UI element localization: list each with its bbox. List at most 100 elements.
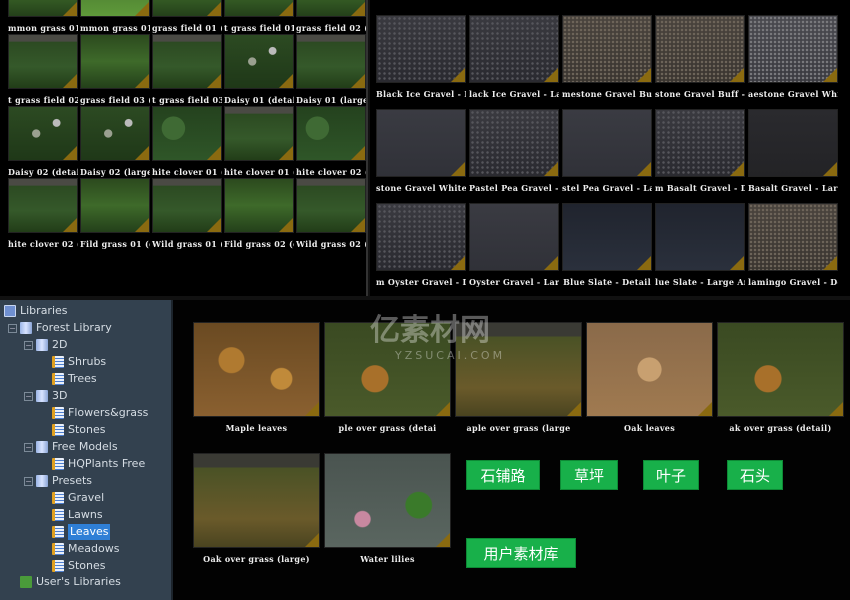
grass-tile[interactable]: t grass field 03 (larg <box>152 34 222 105</box>
tree-item-2d[interactable]: −2D <box>24 337 67 353</box>
stone-button[interactable]: 石头 <box>727 460 783 490</box>
grass-label: grass field 03 (deta <box>80 95 150 105</box>
grass-tile[interactable]: Wild grass 01 (large) <box>152 178 222 249</box>
tree-item-lawns[interactable]: Lawns <box>52 507 103 523</box>
corner-badge-icon <box>135 146 149 160</box>
corner-badge-icon <box>305 533 319 547</box>
tree-item-libraries[interactable]: Libraries <box>4 303 68 319</box>
leaves-tile[interactable]: Oak over grass (large) <box>193 453 320 564</box>
grass-tile[interactable]: Daisy 02 (detail) <box>8 106 78 177</box>
grass-tile[interactable]: grass field 03 (deta <box>80 34 150 105</box>
corner-badge-icon <box>567 402 581 416</box>
tree-item-3d[interactable]: −3D <box>24 388 67 404</box>
corner-badge-icon <box>829 402 843 416</box>
gravel-tile[interactable]: lamingo Gravel - Detai <box>748 203 838 287</box>
collapse-icon[interactable]: − <box>24 442 33 452</box>
gravel-tile[interactable]: stel Pea Gravel - Lar <box>562 109 652 193</box>
grass-thumbnail <box>224 34 294 89</box>
grass-tile[interactable]: Fild grass 01 (detail) <box>80 178 150 249</box>
grass-thumbnail <box>152 106 222 161</box>
grass-preset-grid: mmon grass 01 (detailmmon grass 01 (larg… <box>0 0 368 296</box>
leaves-tile[interactable]: Oak leaves <box>586 322 713 433</box>
tree-item-users-libraries[interactable]: User's Libraries <box>20 574 121 590</box>
gravel-tile[interactable]: m Oyster Gravel - Det <box>376 203 466 287</box>
grass-thumbnail <box>296 34 366 89</box>
leaves-tile[interactable]: ple over grass (detai <box>324 322 451 433</box>
tree-item-stones[interactable]: Stones <box>52 558 106 574</box>
tree-item-forest-library[interactable]: − Forest Library <box>8 320 112 336</box>
grass-tile[interactable]: Daisy 02 (large) <box>80 106 150 177</box>
gravel-tile[interactable]: Pastel Pea Gravel - D <box>469 109 559 193</box>
gravel-tile[interactable]: Basalt Gravel - Large <box>748 109 838 193</box>
collapse-icon[interactable]: − <box>24 391 33 401</box>
corner-badge-icon <box>451 162 465 176</box>
grass-tile[interactable]: t grass field 01 (larg <box>224 0 294 33</box>
gravel-thumbnail <box>562 109 652 177</box>
tree-item-hqplants[interactable]: HQPlants Free <box>52 456 145 472</box>
grass-thumbnail <box>8 106 78 161</box>
stone-path-button[interactable]: 石铺路 <box>466 460 540 490</box>
corner-badge-icon <box>207 74 221 88</box>
grass-tile[interactable]: grass field 01 (deta <box>152 0 222 33</box>
grass-tile[interactable]: Wild grass 02 (large) <box>296 178 366 249</box>
gravel-thumbnail <box>562 203 652 271</box>
tree-item-presets[interactable]: − Presets <box>24 473 92 489</box>
leaves-tile[interactable]: Maple leaves <box>193 322 320 433</box>
user-library-button[interactable]: 用户素材库 <box>466 538 576 568</box>
leaves-button[interactable]: 叶子 <box>643 460 699 490</box>
tree-item-shrubs[interactable]: Shrubs <box>52 354 106 370</box>
grass-tile[interactable]: mmon grass 01 (detail <box>8 0 78 33</box>
gravel-tile[interactable]: lue Slate - Large Are <box>655 203 745 287</box>
corner-badge-icon <box>730 162 744 176</box>
leaves-tile[interactable]: ak over grass (detail) <box>717 322 844 433</box>
grass-tile[interactable]: hite clover 01 (detail <box>152 106 222 177</box>
leaves-tile[interactable]: aple over grass (large <box>455 322 582 433</box>
leaves-thumbnail <box>717 322 844 417</box>
tree-item-free-models[interactable]: − Free Models <box>24 439 118 455</box>
gravel-thumbnail <box>655 109 745 177</box>
tree-item-flowers-grass[interactable]: Flowers&grass <box>52 405 148 421</box>
gravel-tile[interactable]: aestone Gravel White - <box>748 15 838 99</box>
leaves-tile[interactable]: Water lilies <box>324 453 451 564</box>
grass-label: grass field 02 (deta <box>296 23 366 33</box>
grass-tile[interactable]: Daisy 01 (large) <box>296 34 366 105</box>
gravel-tile[interactable]: lack Ice Gravel - Larg <box>469 15 559 99</box>
collapse-icon[interactable]: − <box>24 340 33 350</box>
grass-tile[interactable]: Fild grass 02 (detail) <box>224 178 294 249</box>
gravel-label: Black Ice Gravel - De <box>376 89 466 99</box>
grass-tile[interactable]: mmon grass 01 (large <box>80 0 150 33</box>
tree-item-trees[interactable]: Trees <box>52 371 97 387</box>
grass-tile[interactable]: hite clover 02 (detail <box>296 106 366 177</box>
grass-label: Daisy 02 (detail) <box>8 167 78 177</box>
gravel-tile[interactable]: stone Gravel White - L <box>376 109 466 193</box>
gravel-tile[interactable]: Blue Slate - Detail <box>562 203 652 287</box>
gravel-tile[interactable]: stone Gravel Buff - L <box>655 15 745 99</box>
leaves-thumbnail <box>586 322 713 417</box>
corner-badge-icon <box>544 162 558 176</box>
gravel-tile[interactable]: Oyster Gravel - Large <box>469 203 559 287</box>
gravel-label: Blue Slate - Detail <box>563 277 651 287</box>
grass-tile[interactable]: hite clover 02 (large <box>8 178 78 249</box>
collapse-icon[interactable]: − <box>8 323 17 333</box>
tree-item-meadows[interactable]: Meadows <box>52 541 119 557</box>
lawn-button[interactable]: 草坪 <box>560 460 618 490</box>
list-icon <box>52 560 64 572</box>
gravel-tile[interactable]: Black Ice Gravel - De <box>376 15 466 99</box>
grass-tile[interactable]: t grass field 02 (larg <box>8 34 78 105</box>
leaves-label: aple over grass (large <box>466 423 571 433</box>
gravel-preset-grid: Black Ice Gravel - Delack Ice Gravel - L… <box>370 0 850 296</box>
list-icon <box>52 526 64 538</box>
gravel-tile[interactable]: mestone Gravel Buff - <box>562 15 652 99</box>
grass-tile[interactable]: hite clover 01 (large <box>224 106 294 177</box>
gravel-thumbnail <box>469 203 559 271</box>
corner-badge-icon <box>451 68 465 82</box>
gravel-label: stel Pea Gravel - Lar <box>562 183 652 193</box>
tree-item-stones-3d[interactable]: Stones <box>52 422 106 438</box>
tree-item-leaves[interactable]: Leaves <box>52 524 111 540</box>
corner-badge-icon <box>279 146 293 160</box>
tree-item-gravel[interactable]: Gravel <box>52 490 104 506</box>
grass-tile[interactable]: Daisy 01 (detail) <box>224 34 294 105</box>
collapse-icon[interactable]: − <box>24 476 33 486</box>
gravel-tile[interactable]: m Basalt Gravel - Det <box>655 109 745 193</box>
grass-tile[interactable]: grass field 02 (deta <box>296 0 366 33</box>
